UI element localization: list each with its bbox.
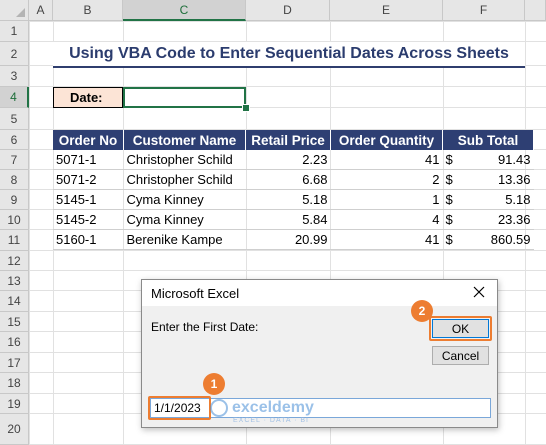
header-sub-total[interactable]: Sub Total [442,130,534,150]
cell-retail-price[interactable]: 6.68 [245,169,331,190]
row-header-7[interactable]: 7 [0,150,29,170]
sub-total-value: 91.43 [497,152,531,167]
select-all-corner[interactable] [0,0,29,21]
cell-customer-name[interactable]: Berenike Kampe [123,229,246,250]
cell-order-quantity[interactable]: 41 [330,229,443,250]
fill-handle[interactable] [242,104,250,112]
currency-symbol: $ [445,152,453,167]
cell-customer-name[interactable]: Christopher Schild [123,150,246,170]
cell-order-quantity[interactable]: 1 [330,189,443,210]
row-header-4[interactable]: 4 [0,87,29,108]
cell-sub-total[interactable]: $5.18 [442,189,534,210]
table-row: 5145-2 Cyma Kinney 5.84 4 $23.36 [53,209,534,230]
row-header-6[interactable]: 6 [0,130,29,150]
column-header-f[interactable]: F [443,0,525,21]
row-header-3[interactable]: 3 [0,66,29,87]
row-header-5[interactable]: 5 [0,108,29,130]
currency-symbol: $ [445,212,453,227]
cell-order-quantity[interactable]: 41 [330,150,443,170]
row-header-18[interactable]: 18 [0,373,29,394]
cell-sub-total[interactable]: $23.36 [442,209,534,230]
cell-order-quantity[interactable]: 2 [330,169,443,190]
sub-total-value: 23.36 [497,212,531,227]
cancel-button[interactable]: Cancel [432,346,489,365]
row-header-17[interactable]: 17 [0,353,29,373]
date-label: Date: [53,87,123,108]
exceldemy-logo-icon [210,399,228,417]
row-header-12[interactable]: 12 [0,251,29,271]
column-header-b[interactable]: B [53,0,123,21]
row-header-8[interactable]: 8 [0,170,29,190]
currency-symbol: $ [445,192,453,207]
cell-customer-name[interactable]: Cyma Kinney [123,189,246,210]
watermark: exceldemy [210,399,314,417]
cell-customer-name[interactable]: Cyma Kinney [123,209,246,230]
cell-order-quantity[interactable]: 4 [330,209,443,230]
cell-retail-price[interactable]: 5.84 [245,209,331,230]
grid-line [29,250,546,251]
cell-retail-price[interactable]: 20.99 [245,229,331,250]
table-row: 5160-1 Berenike Kampe 20.99 41 $860.59 [53,229,534,250]
column-header-a[interactable]: A [29,0,53,21]
order-table: Order No Customer Name Retail Price Orde… [53,130,534,250]
table-row: 5071-2 Christopher Schild 6.68 2 $13.36 [53,169,534,190]
date-cell[interactable] [123,87,246,108]
cell-retail-price[interactable]: 5.18 [245,189,331,210]
sub-total-value: 5.18 [505,192,531,207]
sheet-title: Using VBA Code to Enter Sequential Dates… [69,45,509,62]
row-header-15[interactable]: 15 [0,312,29,332]
header-order-quantity[interactable]: Order Quantity [330,130,443,150]
input-dialog: Microsoft Excel Enter the First Date: OK… [141,279,498,428]
dialog-prompt: Enter the First Date: [151,320,259,334]
ok-button[interactable]: OK [432,319,489,338]
watermark-tagline: EXCEL · DATA · BI [233,417,309,424]
close-icon[interactable] [470,283,488,301]
row-header-1[interactable]: 1 [0,21,29,42]
header-retail-price[interactable]: Retail Price [245,130,331,150]
input-highlight [148,396,211,420]
table-header-row: Order No Customer Name Retail Price Orde… [53,130,534,150]
cell-order-no[interactable]: 5160-1 [53,229,124,250]
spreadsheet: A B C D E F 1 2 3 4 5 6 7 8 9 10 11 12 13 14 15 16 17 18 1… [0,0,546,445]
row-header-13[interactable]: 13 [0,271,29,291]
row-header-16[interactable]: 16 [0,332,29,353]
row-header-2[interactable]: 2 [0,42,29,66]
row-header-14[interactable]: 14 [0,291,29,312]
cell-sub-total[interactable]: $13.36 [442,169,534,190]
cell-order-no[interactable]: 5145-1 [53,189,124,210]
column-header-c[interactable]: C [123,0,246,21]
step-badge-2: 2 [411,300,433,322]
dialog-titlebar[interactable]: Microsoft Excel [142,280,497,306]
cell-retail-price[interactable]: 2.23 [245,150,331,170]
column-header-g[interactable] [525,0,546,21]
row-header-11[interactable]: 11 [0,230,29,251]
column-header-e[interactable]: E [330,0,443,21]
grid-line [29,270,546,271]
header-customer-name[interactable]: Customer Name [123,130,246,150]
row-header-9[interactable]: 9 [0,190,29,210]
currency-symbol: $ [445,172,453,187]
table-row: 5145-1 Cyma Kinney 5.18 1 $5.18 [53,189,534,210]
row-header-10[interactable]: 10 [0,210,29,230]
currency-symbol: $ [445,232,453,247]
cell-customer-name[interactable]: Christopher Schild [123,169,246,190]
sub-total-value: 13.36 [497,172,531,187]
cell-sub-total[interactable]: $91.43 [442,150,534,170]
cell-order-no[interactable]: 5145-2 [53,209,124,230]
watermark-name: exceldemy [232,399,314,416]
sub-total-value: 860.59 [490,232,531,247]
step-badge-1: 1 [203,373,225,395]
row-header-19[interactable]: 19 [0,394,29,414]
cell-sub-total[interactable]: $860.59 [442,229,534,250]
row-header-20[interactable]: 20 [0,414,29,445]
cell-order-no[interactable]: 5071-1 [53,150,124,170]
header-order-no[interactable]: Order No [53,130,124,150]
dialog-title: Microsoft Excel [151,286,240,301]
table-row: 5071-1 Christopher Schild 2.23 41 $91.43 [53,150,534,170]
column-header-d[interactable]: D [246,0,330,21]
cell-order-no[interactable]: 5071-2 [53,169,124,190]
